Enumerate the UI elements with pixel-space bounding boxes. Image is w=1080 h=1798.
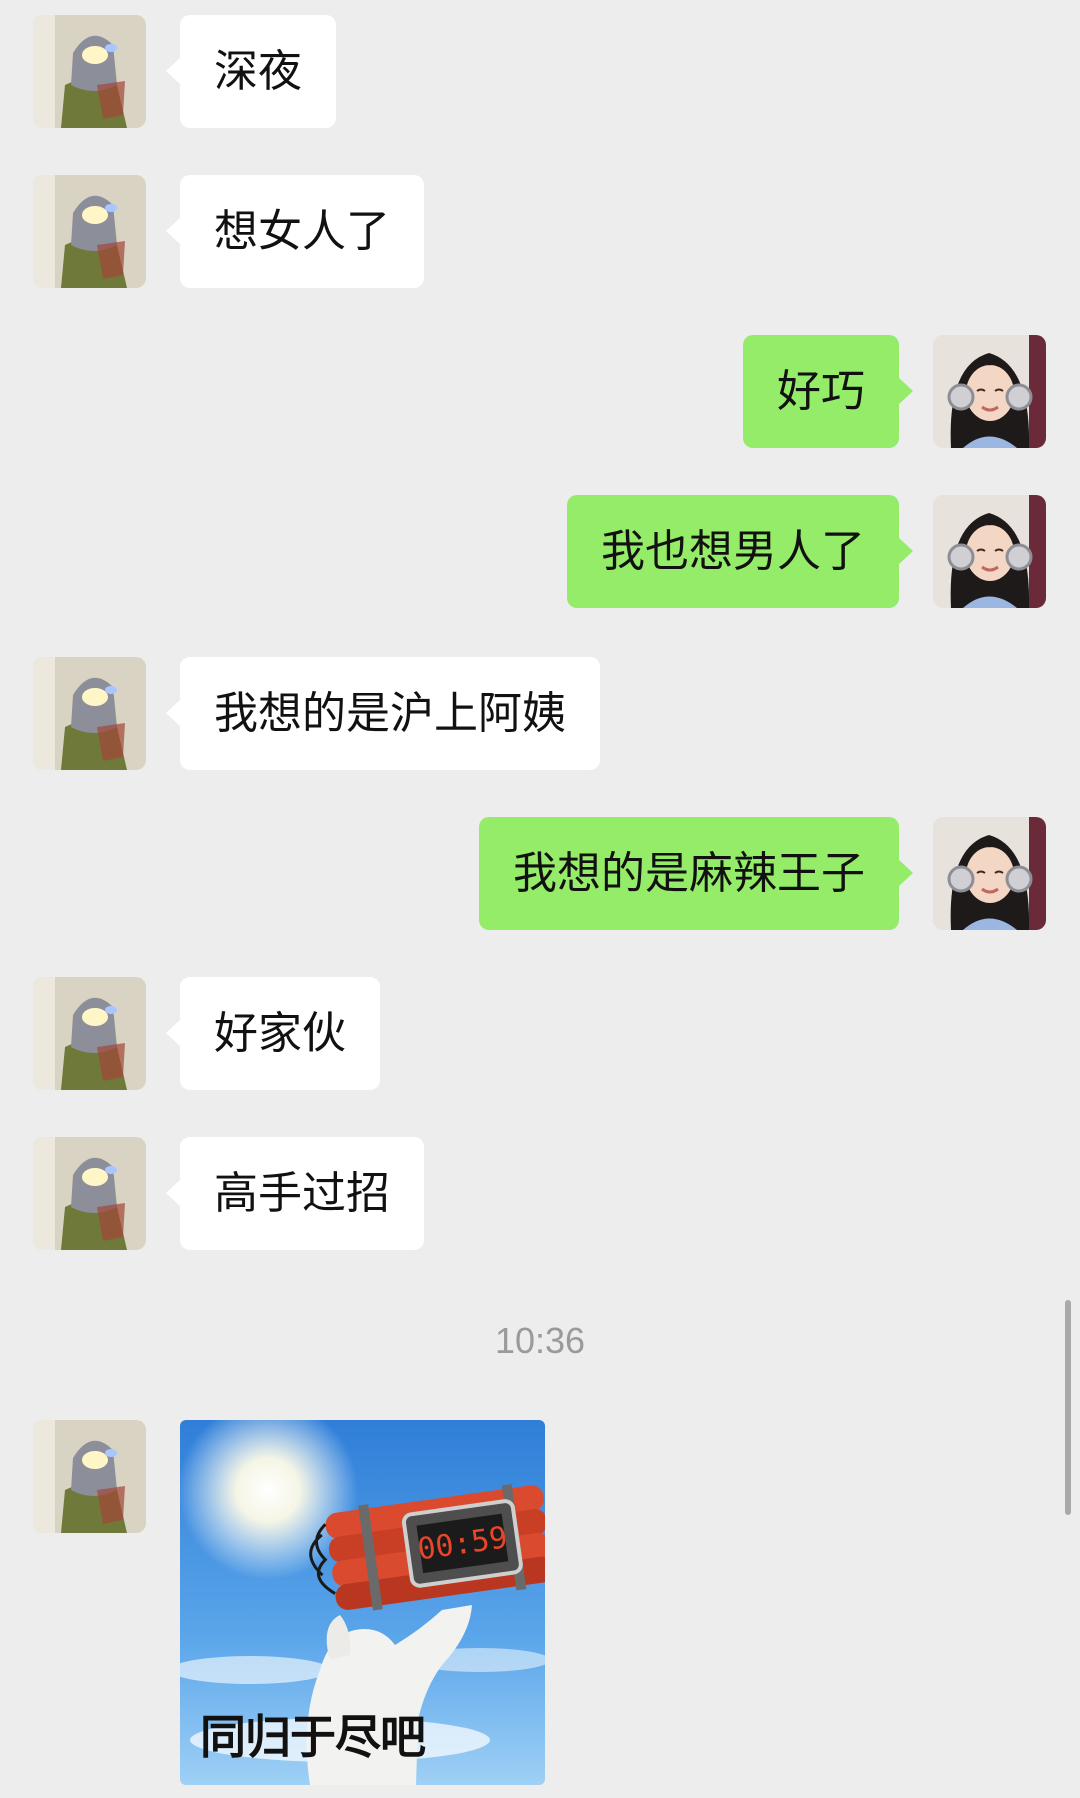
user-avatar[interactable] (933, 817, 1046, 930)
message-bubble-outgoing[interactable]: 我也想男人了 (567, 495, 913, 608)
contact-avatar[interactable] (33, 977, 146, 1090)
contact-avatar[interactable] (33, 15, 146, 128)
sticker-caption: 同归于尽吧 (200, 1710, 426, 1764)
user-avatar[interactable] (933, 495, 1046, 608)
contact-avatar[interactable] (33, 1137, 146, 1250)
message-bubble-incoming[interactable]: 好家伙 (166, 977, 380, 1090)
contact-avatar[interactable] (33, 175, 146, 288)
contact-avatar[interactable] (33, 1420, 146, 1533)
user-avatar[interactable] (933, 335, 1046, 448)
message-bubble-incoming[interactable]: 深夜 (166, 15, 336, 128)
message-bubble-incoming[interactable]: 我想的是沪上阿姨 (166, 657, 600, 770)
message-bubble-outgoing[interactable]: 我想的是麻辣王子 (479, 817, 913, 930)
sticker-image[interactable]: 00:59 同归于尽吧 (180, 1420, 545, 1785)
scrollbar-thumb[interactable] (1065, 1300, 1071, 1515)
message-bubble-incoming[interactable]: 高手过招 (166, 1137, 424, 1250)
message-bubble-outgoing[interactable]: 好巧 (743, 335, 913, 448)
message-bubble-incoming[interactable]: 想女人了 (166, 175, 424, 288)
message-timestamp: 10:36 (494, 1320, 586, 1361)
chat-area[interactable]: 深夜 想女人了 好巧 我也想男人了 我想的是沪上阿姨 我想的是麻辣王子 好家伙 … (0, 0, 1080, 1798)
contact-avatar[interactable] (33, 657, 146, 770)
